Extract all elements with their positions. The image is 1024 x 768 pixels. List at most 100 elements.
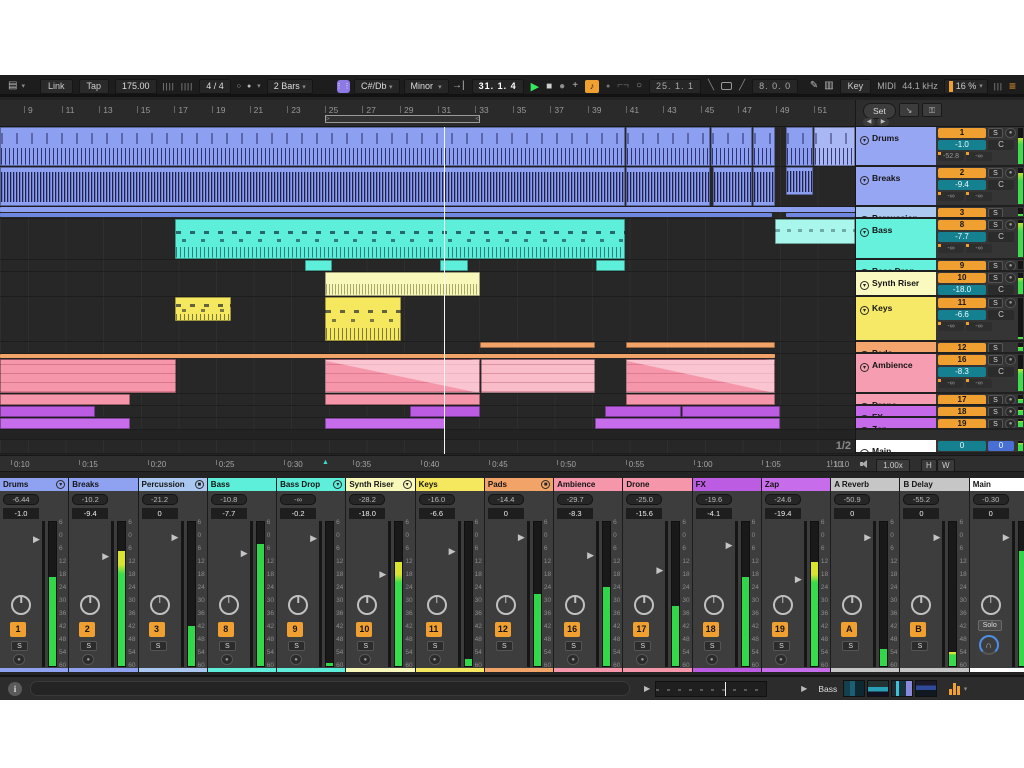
volume-fader-handle[interactable]: ▶ xyxy=(1003,534,1010,540)
solo-button[interactable]: S xyxy=(988,298,1003,308)
mixer-track-tab[interactable]: FX xyxy=(693,478,761,491)
arm-button[interactable]: ● xyxy=(429,654,441,665)
solo-button[interactable]: S xyxy=(988,419,1003,429)
chevron-down-icon[interactable]: ▾ xyxy=(860,415,869,416)
arrangement-clip[interactable] xyxy=(325,418,445,429)
arrangement-clip[interactable] xyxy=(626,127,710,166)
track-name-area[interactable]: ▾Ambience xyxy=(856,354,936,392)
solo-button[interactable]: S xyxy=(988,343,1003,353)
arrangement-clip[interactable] xyxy=(0,418,130,429)
track-pan-field[interactable]: C xyxy=(988,367,1014,377)
peak-level-field[interactable]: -19.6 xyxy=(696,494,732,505)
track-pan-field[interactable]: C xyxy=(988,180,1014,190)
volume-fader-handle[interactable]: ▶ xyxy=(726,542,733,548)
chevron-down-icon[interactable]: ▾ xyxy=(860,363,869,372)
track-lane-keys[interactable] xyxy=(0,297,855,342)
clip-stop-icon[interactable]: ■ xyxy=(195,480,204,489)
pan-knob[interactable] xyxy=(219,595,239,615)
solo-button[interactable]: S xyxy=(288,641,305,651)
track-number-button[interactable]: 9 xyxy=(938,261,986,271)
track-name-area[interactable]: ▾Main xyxy=(856,440,936,452)
device-thumbnail[interactable] xyxy=(891,680,913,697)
quantize-menu[interactable]: 2 Bars ▾ xyxy=(267,79,313,94)
volume-fader-handle[interactable]: ▶ xyxy=(33,536,40,542)
track-number-button[interactable]: 1 xyxy=(10,622,26,637)
solo-button[interactable]: S xyxy=(80,641,97,651)
zoom-width-button[interactable]: W xyxy=(937,459,955,473)
track-pan-field[interactable]: C xyxy=(988,285,1014,295)
track-pan-field[interactable]: C xyxy=(988,140,1014,150)
volume-fader-track[interactable] xyxy=(596,521,599,667)
arrangement-clip[interactable] xyxy=(0,207,855,211)
key-map-button[interactable]: Key xyxy=(840,79,872,94)
solo-button[interactable]: S xyxy=(911,641,928,651)
arm-button[interactable]: ● xyxy=(775,654,787,665)
track-lane-zap[interactable] xyxy=(0,418,855,430)
pan-knob[interactable] xyxy=(80,595,100,615)
clip-play-icon[interactable]: ▶ xyxy=(644,684,650,693)
track-number-button[interactable]: 12 xyxy=(938,343,986,353)
main-volume-field[interactable]: 0 xyxy=(938,441,986,451)
track-number-button[interactable]: B xyxy=(910,622,926,637)
clip-stop-icon[interactable]: ■ xyxy=(541,480,550,489)
volume-fader-track[interactable] xyxy=(873,521,876,667)
volume-fader-track[interactable] xyxy=(388,521,391,667)
track-name-area[interactable]: ▾Drums xyxy=(856,127,936,165)
playhead[interactable] xyxy=(444,127,445,454)
arrangement-position-field[interactable]: 31. 1. 4 xyxy=(472,79,524,94)
arrangement-clip[interactable] xyxy=(786,127,813,166)
scale-icon[interactable]: ⋮⋮ xyxy=(337,80,350,93)
punch-in-icon[interactable]: ╲ xyxy=(708,81,714,91)
mixer-track-tab[interactable]: Zap xyxy=(762,478,830,491)
arrangement-clip[interactable] xyxy=(325,272,480,296)
punch-out-icon[interactable]: ╱ xyxy=(739,81,745,91)
volume-fader-track[interactable] xyxy=(665,521,668,667)
solo-button[interactable]: S xyxy=(634,641,651,651)
track-lane-percussion[interactable] xyxy=(0,207,855,219)
peak-level-field[interactable]: -10.8 xyxy=(211,494,247,505)
chevron-down-icon[interactable]: ▾ xyxy=(860,403,869,404)
send-b-field[interactable]: -∞ xyxy=(966,152,992,161)
volume-fader-handle[interactable]: ▶ xyxy=(102,553,109,559)
loop-length-field[interactable]: 8. 0. 0 xyxy=(752,79,798,94)
arrangement-clip[interactable] xyxy=(814,127,855,166)
arrangement-clip[interactable] xyxy=(0,167,625,206)
mixer-track-tab[interactable]: Drone xyxy=(623,478,691,491)
time-signature-field[interactable]: 4 / 4 xyxy=(199,79,231,94)
main-pan-field[interactable]: 0 xyxy=(988,441,1014,451)
send-a-field[interactable]: -∞ xyxy=(938,322,964,331)
stop-button[interactable]: ■ xyxy=(546,81,552,92)
scale-root-menu[interactable]: C#/Db ▾ xyxy=(354,79,400,94)
loop-switch-icon[interactable] xyxy=(721,82,732,90)
follow-link-icon[interactable]: ↘ xyxy=(899,103,919,117)
device-thumbnail[interactable] xyxy=(915,680,937,697)
solo-button[interactable]: S xyxy=(988,261,1003,271)
arm-button[interactable]: ● xyxy=(290,654,302,665)
send-b-field[interactable]: -∞ xyxy=(966,244,992,253)
volume-fader-handle[interactable]: ▶ xyxy=(379,571,386,577)
track-lane-drums[interactable] xyxy=(0,127,855,167)
meter-dropdown-icon[interactable]: ▾ xyxy=(964,685,968,693)
arrangement-clip[interactable] xyxy=(0,213,772,217)
track-volume-field[interactable]: -1.0 xyxy=(938,140,986,150)
track-lane-bass[interactable] xyxy=(0,219,855,260)
pan-knob[interactable] xyxy=(496,595,516,615)
arm-button[interactable]: ● xyxy=(1005,407,1016,417)
track-number-button[interactable]: 16 xyxy=(938,355,986,365)
midi-map-label[interactable]: MIDI xyxy=(877,82,896,91)
device-thumbnail[interactable] xyxy=(867,680,889,697)
track-number-button[interactable]: 17 xyxy=(938,395,986,405)
peak-level-field[interactable]: -14.4 xyxy=(488,494,524,505)
arm-button[interactable]: ● xyxy=(636,654,648,665)
volume-fader-track[interactable] xyxy=(735,521,738,667)
solo-button[interactable]: S xyxy=(427,641,444,651)
track-volume-field[interactable]: -9.4 xyxy=(938,180,986,190)
track-number-button[interactable]: 11 xyxy=(938,298,986,308)
solo-button[interactable]: S xyxy=(496,641,513,651)
arrangement-clip[interactable] xyxy=(753,167,775,206)
re-enable-automation-icon[interactable]: ⌐¬ xyxy=(617,81,629,91)
fader-value-field[interactable]: -4.1 xyxy=(696,508,732,519)
fader-value-field[interactable]: -1.0 xyxy=(3,508,39,519)
solo-button[interactable]: S xyxy=(988,407,1003,417)
arrangement-clip[interactable] xyxy=(0,394,130,405)
